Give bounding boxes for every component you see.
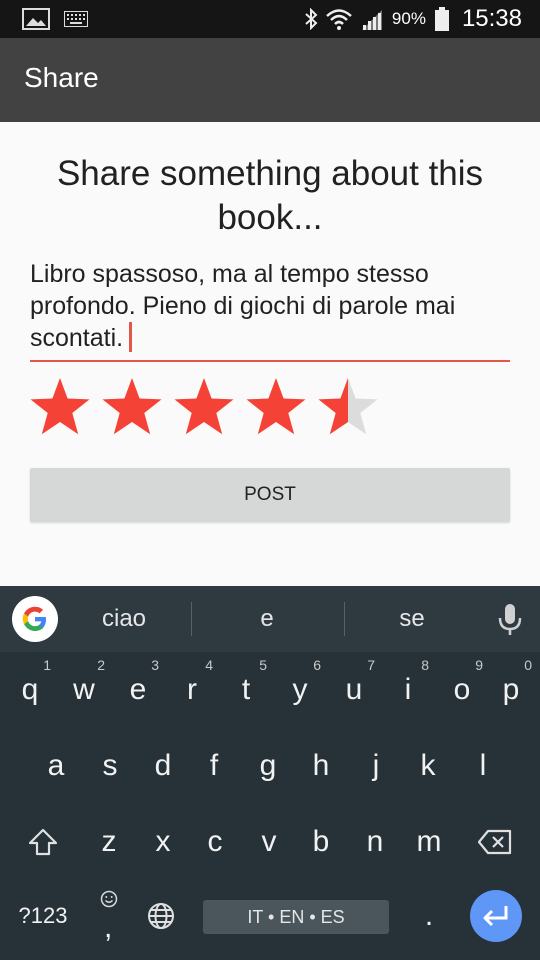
key-y[interactable]: y6	[273, 652, 327, 728]
backspace-icon	[477, 829, 512, 855]
shift-key[interactable]	[16, 804, 70, 880]
suggestion-divider	[344, 602, 345, 636]
status-bar: 90% 15:38	[0, 0, 540, 38]
language-key[interactable]	[134, 878, 188, 954]
key-e[interactable]: e3	[111, 652, 165, 728]
battery-percent: 90%	[391, 9, 426, 28]
key-p[interactable]: p0	[484, 652, 538, 728]
key-f[interactable]: f	[187, 728, 241, 804]
key-w[interactable]: w2	[57, 652, 111, 728]
heading-line-1: Share something about this	[56, 154, 484, 193]
key-q[interactable]: q1	[3, 652, 57, 728]
key-n[interactable]: n	[348, 804, 402, 880]
suggestion-2[interactable]: e	[204, 586, 330, 652]
shift-icon	[28, 828, 58, 856]
key-l[interactable]: l	[456, 728, 510, 804]
suggestion-divider	[191, 602, 192, 636]
key-u[interactable]: u7	[327, 652, 381, 728]
review-input[interactable]: Libro spassoso, ma al tempo stesso profo…	[30, 258, 510, 362]
symbols-key[interactable]: ?123	[10, 878, 76, 954]
google-icon[interactable]	[12, 596, 58, 642]
page-title: Share	[24, 62, 99, 93]
post-button[interactable]: POST	[30, 468, 510, 522]
wifi-icon	[326, 9, 352, 30]
enter-key[interactable]	[470, 890, 522, 942]
key-r[interactable]: r4	[165, 652, 219, 728]
key-o[interactable]: o9	[435, 652, 489, 728]
share-form: Share something about this book... Libro…	[0, 122, 540, 586]
image-icon	[22, 8, 50, 30]
key-b[interactable]: b	[294, 804, 348, 880]
key-c[interactable]: c	[188, 804, 242, 880]
key-j[interactable]: j	[349, 728, 403, 804]
star-2[interactable]	[100, 376, 164, 440]
comma-key[interactable]: ,	[82, 878, 136, 954]
keyboard-icon	[64, 11, 88, 27]
app-bar: Share	[0, 38, 540, 122]
key-s[interactable]: s	[83, 728, 137, 804]
backspace-key[interactable]	[468, 804, 522, 880]
key-h[interactable]: h	[294, 728, 348, 804]
bluetooth-icon	[305, 8, 318, 30]
key-m[interactable]: m	[402, 804, 456, 880]
key-i[interactable]: i8	[381, 652, 435, 728]
key-k[interactable]: k	[401, 728, 455, 804]
comma-label: ,	[104, 911, 113, 944]
star-5-half[interactable]	[316, 376, 380, 440]
globe-icon	[148, 903, 174, 929]
period-key[interactable]: .	[402, 878, 456, 954]
key-t[interactable]: t5	[219, 652, 273, 728]
star-4[interactable]	[244, 376, 308, 440]
suggestion-3[interactable]: se	[356, 586, 468, 652]
enter-icon	[483, 906, 508, 927]
text-cursor	[129, 322, 133, 352]
star-3[interactable]	[172, 376, 236, 440]
key-x[interactable]: x	[136, 804, 190, 880]
review-text-content: Libro spassoso, ma al tempo stesso profo…	[30, 260, 456, 352]
key-z[interactable]: z	[82, 804, 136, 880]
space-bar[interactable]: IT • EN • ES	[203, 900, 389, 934]
battery-icon	[434, 7, 449, 31]
review-text: Libro spassoso, ma al tempo stesso profo…	[30, 258, 510, 354]
suggestion-1[interactable]: ciao	[70, 586, 178, 652]
signal-icon	[361, 10, 382, 30]
key-v[interactable]: v	[242, 804, 296, 880]
key-a[interactable]: a	[29, 728, 83, 804]
share-heading: Share something about this book...	[20, 152, 520, 240]
clock: 15:38	[461, 5, 522, 32]
key-g[interactable]: g	[241, 728, 295, 804]
suggestion-strip: ciao e se	[0, 586, 540, 652]
key-d[interactable]: d	[136, 728, 190, 804]
microphone-icon[interactable]	[496, 602, 524, 638]
soft-keyboard: ciao e se q1 w2 e3 r4 t5 y6 u7 i8 o9 p0 …	[0, 586, 540, 960]
rating-bar[interactable]	[28, 376, 388, 440]
star-1[interactable]	[28, 376, 92, 440]
heading-line-2: book...	[217, 198, 323, 237]
